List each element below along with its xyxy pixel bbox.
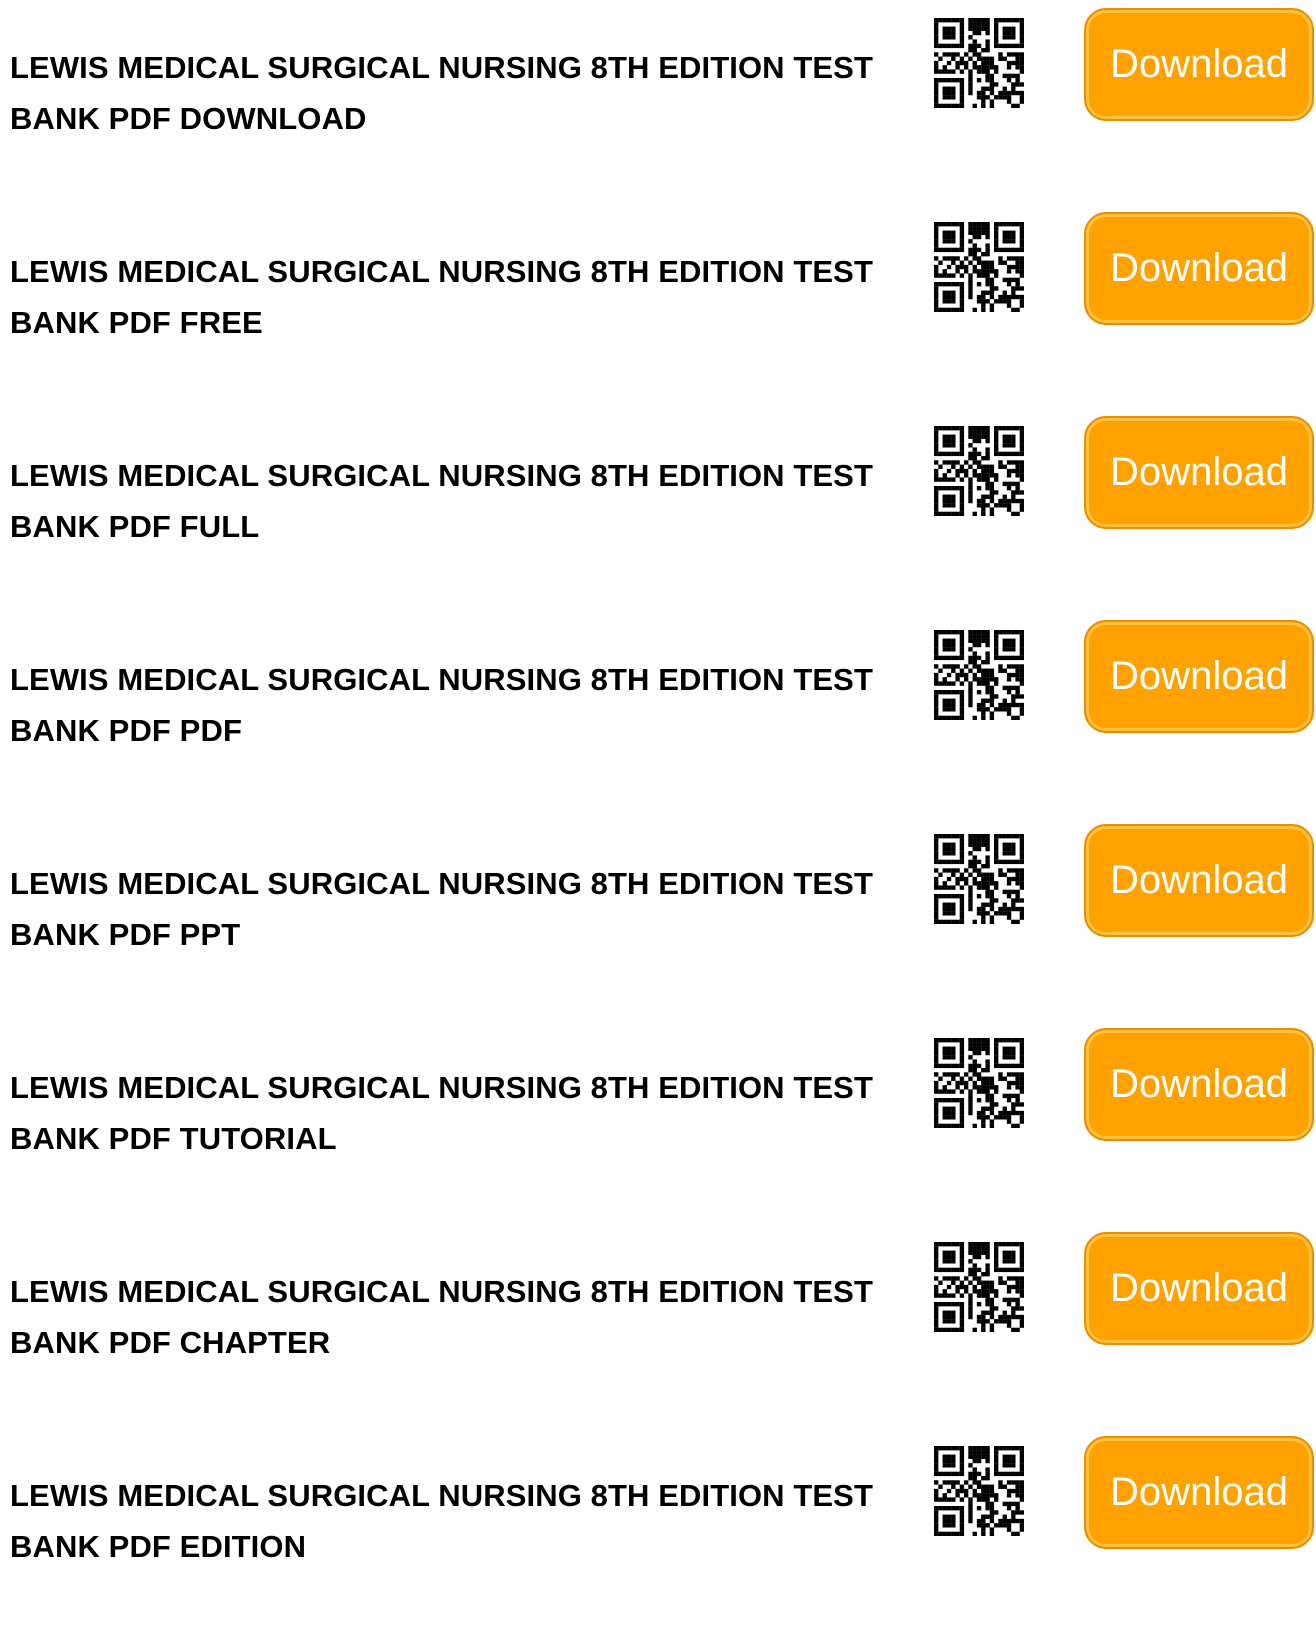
qr-code-icon [934, 426, 1024, 516]
item-title: LEWIS MEDICAL SURGICAL NURSING 8TH EDITI… [10, 1478, 873, 1564]
qr-code-icon [934, 834, 1024, 924]
item-title: LEWIS MEDICAL SURGICAL NURSING 8TH EDITI… [10, 254, 873, 340]
list-item: LEWIS MEDICAL SURGICAL NURSING 8TH EDITI… [0, 0, 1316, 204]
qr-code-icon [934, 222, 1024, 312]
download-button[interactable]: Download [1084, 8, 1314, 121]
item-title: LEWIS MEDICAL SURGICAL NURSING 8TH EDITI… [10, 458, 873, 544]
download-button[interactable]: Download [1084, 416, 1314, 529]
qr-code-icon [934, 18, 1024, 108]
download-button[interactable]: Download [1084, 1436, 1314, 1549]
item-title: LEWIS MEDICAL SURGICAL NURSING 8TH EDITI… [10, 50, 873, 136]
list-item: LEWIS MEDICAL SURGICAL NURSING 8TH EDITI… [0, 1224, 1316, 1428]
download-button-label: Download [1110, 450, 1288, 494]
download-button-label: Download [1110, 1266, 1288, 1310]
list-item: LEWIS MEDICAL SURGICAL NURSING 8TH EDITI… [0, 1428, 1316, 1632]
item-title: LEWIS MEDICAL SURGICAL NURSING 8TH EDITI… [10, 1274, 873, 1360]
download-button-label: Download [1110, 654, 1288, 698]
download-button-label: Download [1110, 858, 1288, 902]
list-item: LEWIS MEDICAL SURGICAL NURSING 8TH EDITI… [0, 612, 1316, 816]
list-item: LEWIS MEDICAL SURGICAL NURSING 8TH EDITI… [0, 1020, 1316, 1224]
qr-code-icon [934, 1038, 1024, 1128]
download-button[interactable]: Download [1084, 824, 1314, 937]
list-item: LEWIS MEDICAL SURGICAL NURSING 8TH EDITI… [0, 204, 1316, 408]
download-button-label: Download [1110, 42, 1288, 86]
list-item: LEWIS MEDICAL SURGICAL NURSING 8TH EDITI… [0, 408, 1316, 612]
download-button[interactable]: Download [1084, 1028, 1314, 1141]
download-button[interactable]: Download [1084, 620, 1314, 733]
download-button[interactable]: Download [1084, 212, 1314, 325]
item-title: LEWIS MEDICAL SURGICAL NURSING 8TH EDITI… [10, 866, 873, 952]
list-item: LEWIS MEDICAL SURGICAL NURSING 8TH EDITI… [0, 816, 1316, 1020]
download-button-label: Download [1110, 1062, 1288, 1106]
download-button[interactable]: Download [1084, 1232, 1314, 1345]
download-button-label: Download [1110, 1470, 1288, 1514]
qr-code-icon [934, 1446, 1024, 1536]
download-button-label: Download [1110, 246, 1288, 290]
qr-code-icon [934, 1242, 1024, 1332]
qr-code-icon [934, 630, 1024, 720]
item-title: LEWIS MEDICAL SURGICAL NURSING 8TH EDITI… [10, 662, 873, 748]
item-title: LEWIS MEDICAL SURGICAL NURSING 8TH EDITI… [10, 1070, 873, 1156]
